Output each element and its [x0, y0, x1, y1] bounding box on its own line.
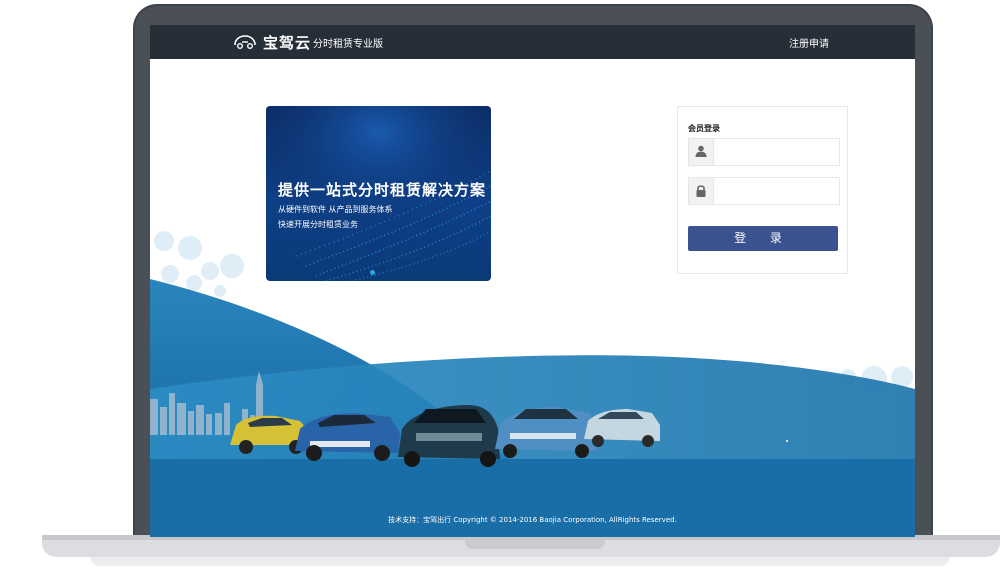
lock-icon [689, 178, 714, 204]
username-input[interactable] [715, 141, 837, 163]
banner-subtitle-line-1: 从硬件到软件 从产品到服务体系 [278, 205, 393, 214]
top-navigation-bar: 宝驾云 分时租赁专业版 注册申请 [150, 25, 915, 59]
promo-banner[interactable]: 提供一站式分时租赁解决方案 从硬件到软件 从产品到服务体系 快速开展分时租赁业务 [266, 106, 491, 281]
car-light-blue-sedan [495, 407, 598, 458]
username-field[interactable] [688, 138, 840, 166]
login-title: 会员登录 [688, 124, 720, 133]
password-field[interactable] [688, 177, 840, 205]
logo-name: 宝驾云 [263, 34, 312, 52]
password-input[interactable] [715, 180, 837, 202]
login-button[interactable]: 登 录 [688, 226, 838, 251]
laptop-base-notch [465, 540, 605, 549]
car-blue-hatch [295, 413, 400, 461]
user-icon [689, 139, 714, 165]
laptop-shadow [90, 556, 950, 566]
copyright-footer: 技术支持：宝驾出行 Copyright © 2014-2016 Baojia C… [388, 516, 677, 524]
car-lineup-image [230, 405, 660, 467]
car-logo-icon [234, 35, 256, 49]
member-login-panel: 会员登录 登 录 [677, 106, 848, 274]
logo-subtitle: 分时租赁专业版 [313, 39, 383, 50]
laptop-screen: 宝驾云 分时租赁专业版 注册申请 提供一站式分时租赁解决方案 从硬件到软件 从产… [150, 25, 915, 537]
register-link[interactable]: 注册申请 [789, 35, 829, 50]
car-dark-sedan [398, 405, 500, 467]
banner-title: 提供一站式分时租赁解决方案 [278, 181, 487, 199]
banner-subtitle-line-2: 快速开展分时租赁业务 [278, 220, 358, 229]
carousel-indicator-dot[interactable] [370, 270, 375, 275]
car-silver-hatch [584, 409, 660, 447]
